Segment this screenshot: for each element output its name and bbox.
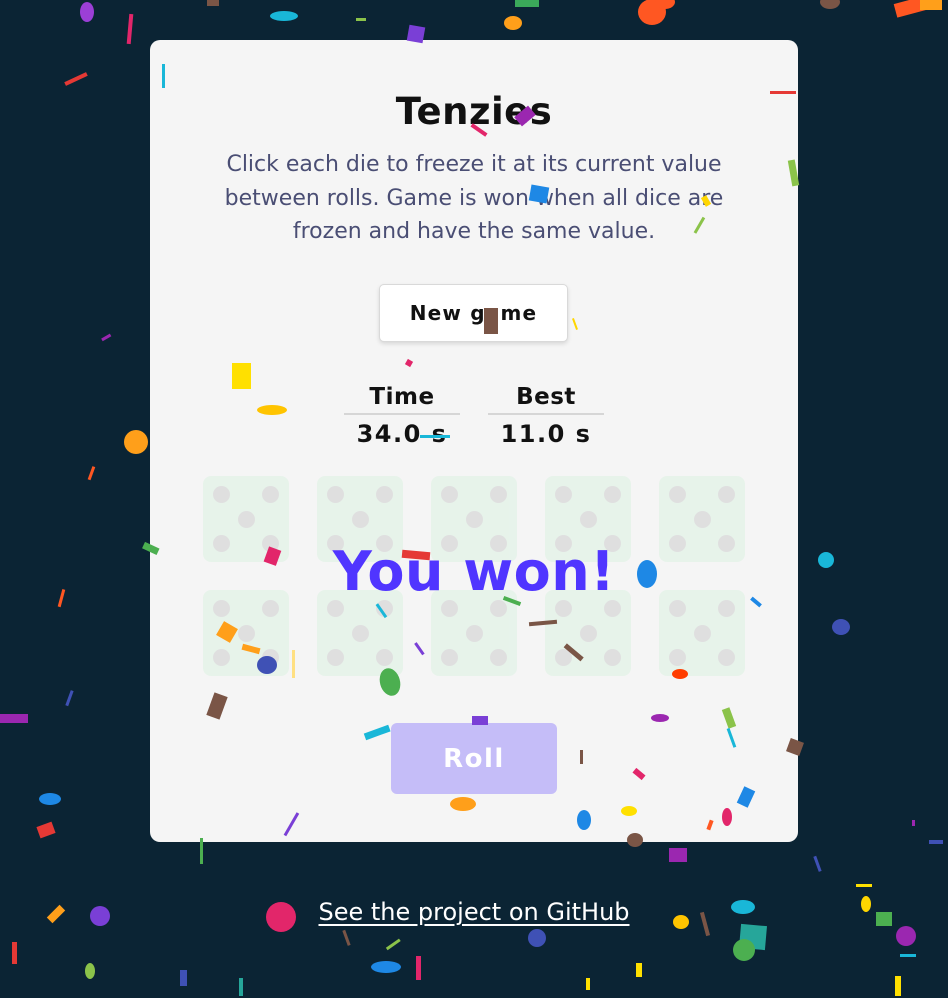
- confetti-piece: [36, 821, 56, 839]
- die-pip: [693, 510, 711, 528]
- confetti-piece: [739, 923, 767, 951]
- confetti-piece: [636, 963, 642, 977]
- die-pip: [604, 649, 622, 667]
- die-pip: [212, 485, 230, 503]
- confetti-piece: [0, 714, 28, 723]
- confetti-piece: [896, 926, 916, 946]
- confetti-piece: [12, 942, 17, 964]
- die-pip: [554, 485, 572, 503]
- confetti-piece: [385, 938, 401, 951]
- die-pip: [465, 510, 483, 528]
- confetti-piece: [416, 956, 421, 980]
- best-label: Best: [488, 381, 604, 415]
- confetti-piece: [80, 2, 94, 22]
- die-pip: [490, 649, 508, 667]
- confetti-piece: [586, 978, 590, 990]
- die-pip: [326, 649, 344, 667]
- die-pip: [237, 510, 255, 528]
- confetti-piece: [638, 0, 666, 25]
- confetti-piece: [371, 961, 401, 973]
- time-stat: Time 34.0 s: [344, 381, 460, 453]
- confetti-piece: [65, 690, 74, 707]
- die-pip: [465, 624, 483, 642]
- time-label: Time: [344, 381, 460, 415]
- die-pip: [490, 485, 508, 503]
- confetti-piece: [515, 0, 539, 7]
- die-pip: [579, 510, 597, 528]
- best-stat: Best 11.0 s: [488, 381, 604, 453]
- roll-button[interactable]: Roll: [391, 723, 557, 794]
- die-pip: [440, 649, 458, 667]
- confetti-piece: [929, 840, 943, 844]
- confetti-piece: [270, 11, 298, 21]
- die-pip: [668, 485, 686, 503]
- page: Tenzies Click each die to freeze it at i…: [0, 0, 948, 998]
- die-pip: [262, 485, 280, 503]
- confetti-piece: [101, 333, 112, 342]
- confetti-piece: [239, 978, 243, 996]
- confetti-piece: [87, 466, 96, 481]
- confetti-piece: [356, 18, 366, 21]
- confetti-piece: [920, 0, 942, 10]
- confetti-piece: [895, 976, 901, 996]
- die-pip: [376, 485, 394, 503]
- confetti-piece: [504, 16, 522, 30]
- die-pip: [718, 485, 736, 503]
- confetti-piece: [207, 0, 219, 6]
- die-pip: [440, 485, 458, 503]
- confetti-piece: [85, 963, 95, 979]
- confetti-piece: [832, 619, 850, 635]
- confetti-piece: [39, 793, 61, 805]
- confetti-piece: [820, 0, 840, 9]
- die-pip: [351, 624, 369, 642]
- confetti-piece: [893, 0, 927, 18]
- die-pip: [237, 624, 255, 642]
- confetti-piece: [669, 848, 687, 862]
- die-pip: [262, 649, 280, 667]
- die-pip: [212, 649, 230, 667]
- confetti-piece: [124, 430, 148, 454]
- confetti-piece: [813, 855, 822, 872]
- confetti-piece: [528, 929, 546, 947]
- confetti-piece: [900, 954, 916, 957]
- die-pip: [351, 510, 369, 528]
- confetti-piece: [856, 884, 872, 887]
- time-value: 34.0 s: [356, 420, 448, 448]
- best-value: 11.0 s: [500, 420, 592, 448]
- instructions-text: Click each die to freeze it at its curre…: [224, 152, 724, 244]
- confetti-piece: [342, 929, 351, 946]
- die-pip: [693, 624, 711, 642]
- confetti-piece: [655, 0, 675, 9]
- page-title: Tenzies: [395, 90, 553, 133]
- die-pip: [579, 624, 597, 642]
- die-pip: [604, 485, 622, 503]
- new-game-button[interactable]: New game: [379, 284, 568, 342]
- die-pip: [376, 649, 394, 667]
- die-pip: [668, 649, 686, 667]
- die-pip: [326, 485, 344, 503]
- won-message: You won!: [332, 540, 616, 603]
- confetti-piece: [64, 72, 88, 86]
- github-link[interactable]: See the project on GitHub: [0, 898, 948, 926]
- confetti-piece: [180, 970, 187, 986]
- die-pip: [718, 649, 736, 667]
- confetti-piece: [912, 820, 915, 826]
- die-pip: [554, 649, 572, 667]
- confetti-piece: [733, 939, 755, 961]
- confetti-piece: [126, 13, 134, 45]
